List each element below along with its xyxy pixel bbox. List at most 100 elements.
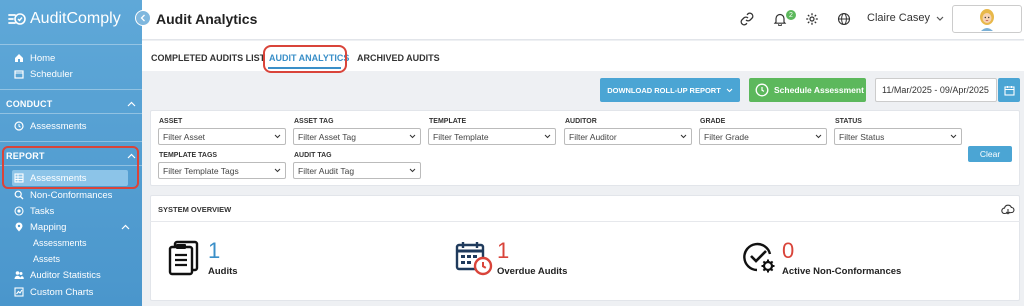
- date-picker-button[interactable]: [998, 78, 1020, 102]
- stat-audits-label: Audits: [208, 266, 238, 277]
- sidebar-divider: [0, 113, 142, 114]
- sidebar-subitem-mapping-assets[interactable]: Assets: [33, 254, 60, 264]
- page-title: Audit Analytics: [156, 11, 258, 27]
- date-range-input[interactable]: 11/Mar/2025 - 09/Apr/2025: [875, 78, 997, 102]
- chevron-down-icon: [815, 134, 822, 139]
- sidebar-item-label: Home: [30, 52, 56, 64]
- filter-status-select[interactable]: Filter Status: [834, 128, 962, 145]
- filter-auditor-select[interactable]: Filter Auditor: [564, 128, 692, 145]
- avatar[interactable]: [952, 5, 1022, 33]
- filter-audit-tag-placeholder: Filter Audit Tag: [298, 165, 355, 176]
- sidebar-divider: [0, 44, 142, 45]
- link-icon[interactable]: [739, 11, 755, 27]
- sidebar-divider: [0, 141, 142, 142]
- mapping-label-group: Mapping: [14, 222, 66, 233]
- tab-completed-audits[interactable]: COMPLETED AUDITS LIST: [151, 53, 265, 63]
- search-icon: [14, 190, 24, 200]
- filter-asset-tag-label: ASSET TAG: [294, 118, 334, 125]
- download-rollup-button[interactable]: DOWNLOAD ROLL-UP REPORT: [600, 78, 740, 102]
- schedule-assessment-button[interactable]: Schedule Assessment: [749, 78, 866, 102]
- target-icon: [14, 206, 24, 216]
- filter-auditor-placeholder: Filter Auditor: [569, 131, 617, 142]
- avatar-icon: [980, 9, 994, 31]
- section-conduct[interactable]: CONDUCT: [6, 96, 136, 112]
- chevron-down-icon: [726, 88, 733, 92]
- sidebar-item-auditor-statistics[interactable]: Auditor Statistics: [14, 267, 101, 283]
- filter-grade-label: GRADE: [700, 118, 726, 125]
- globe-icon[interactable]: [836, 11, 852, 27]
- app-logo[interactable]: AuditComply: [8, 9, 121, 29]
- clock-icon: [14, 121, 24, 131]
- calendar-icon: [14, 69, 24, 79]
- system-overview-title: SYSTEM OVERVIEW: [158, 205, 232, 214]
- clipboard-icon: [167, 240, 203, 276]
- app-name: AuditComply: [30, 10, 121, 27]
- filter-template-placeholder: Filter Template: [433, 131, 489, 142]
- notification-badge: 2: [786, 10, 796, 20]
- sidebar-item-home[interactable]: Home: [14, 50, 55, 66]
- schedule-assessment-label: Schedule Assessment: [774, 85, 864, 95]
- filter-asset-placeholder: Filter Asset: [163, 131, 206, 142]
- filter-asset-select[interactable]: Filter Asset: [158, 128, 286, 145]
- sidebar-item-label: Scheduler: [30, 68, 73, 80]
- download-rollup-label: DOWNLOAD ROLL-UP REPORT: [607, 85, 721, 95]
- highlight-annotation: [2, 146, 139, 189]
- chevron-down-icon: [950, 134, 957, 139]
- sidebar-item-non-conformances[interactable]: Non-Conformances: [14, 187, 112, 203]
- sidebar-item-label: Assessments: [30, 120, 87, 132]
- chart-icon: [14, 287, 24, 297]
- clock-icon: [755, 83, 769, 97]
- chevron-down-icon: [274, 134, 281, 139]
- topbar: Audit Analytics 2 Claire Casey: [142, 0, 1024, 40]
- sidebar-subitem-mapping-assessments[interactable]: Assessments: [33, 238, 87, 248]
- filter-asset-tag-select[interactable]: Filter Asset Tag: [293, 128, 421, 145]
- logo-icon: [8, 13, 26, 25]
- filter-grade-placeholder: Filter Grade: [704, 131, 749, 142]
- gear-icon[interactable]: [804, 11, 820, 27]
- sidebar-item-mapping[interactable]: Mapping: [14, 219, 130, 235]
- filter-grade-select[interactable]: Filter Grade: [699, 128, 827, 145]
- chevron-left-icon: [140, 14, 145, 22]
- sidebar-item-scheduler[interactable]: Scheduler: [14, 66, 73, 82]
- highlight-annotation: [263, 45, 347, 73]
- sidebar-divider: [0, 89, 142, 90]
- stat-overdue-value: 1: [497, 238, 510, 263]
- sidebar-item-tasks[interactable]: Tasks: [14, 203, 54, 219]
- filter-template-tags-select[interactable]: Filter Template Tags: [158, 162, 286, 179]
- filter-audit-tag-label: AUDIT TAG: [294, 152, 332, 159]
- clear-filters-button[interactable]: Clear: [968, 146, 1012, 162]
- stat-overdue-label: Overdue Audits: [497, 266, 568, 277]
- overdue-calendar-icon: [455, 240, 493, 276]
- system-overview-panel: [150, 195, 1020, 301]
- filter-audit-tag-select[interactable]: Filter Audit Tag: [293, 162, 421, 179]
- user-menu[interactable]: Claire Casey: [867, 12, 944, 24]
- check-gear-icon: [742, 240, 778, 276]
- chevron-down-icon: [409, 134, 416, 139]
- chevron-down-icon: [409, 168, 416, 173]
- sidebar-item-conduct-assessments[interactable]: Assessments: [14, 118, 87, 134]
- sidebar: AuditComply Home Scheduler CONDUCT Asses…: [0, 0, 142, 306]
- filter-template-tags-placeholder: Filter Template Tags: [163, 165, 239, 176]
- sidebar-item-label: Custom Charts: [30, 286, 94, 298]
- sidebar-collapse-button[interactable]: [135, 10, 151, 26]
- cloud-download-icon[interactable]: [1001, 203, 1015, 221]
- filter-template-label: TEMPLATE: [429, 118, 467, 125]
- users-icon: [14, 270, 24, 280]
- filter-auditor-label: AUDITOR: [565, 118, 597, 125]
- user-name: Claire Casey: [867, 12, 930, 24]
- chevron-down-icon: [680, 134, 687, 139]
- stat-nonconformances-label: Active Non-Conformances: [782, 266, 902, 277]
- tab-archived-audits[interactable]: ARCHIVED AUDITS: [357, 53, 440, 63]
- sidebar-item-custom-charts[interactable]: Custom Charts: [14, 284, 93, 300]
- stat-nonconformances-value: 0: [782, 238, 795, 263]
- chevron-down-icon: [936, 16, 944, 21]
- home-icon: [14, 53, 24, 63]
- sidebar-item-label: Non-Conformances: [30, 189, 113, 201]
- calendar-icon: [1003, 85, 1015, 96]
- sidebar-item-label: Mapping: [30, 221, 67, 233]
- section-conduct-title: CONDUCT: [6, 99, 53, 109]
- filter-template-select[interactable]: Filter Template: [428, 128, 556, 145]
- filter-asset-tag-placeholder: Filter Asset Tag: [298, 131, 356, 142]
- filter-status-label: STATUS: [835, 118, 862, 125]
- map-pin-icon: [14, 222, 24, 232]
